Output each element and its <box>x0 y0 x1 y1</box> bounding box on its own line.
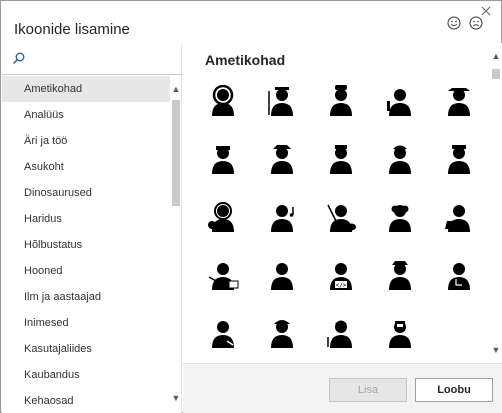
scientist-icon[interactable] <box>437 195 481 239</box>
search-icon[interactable] <box>12 52 25 65</box>
teacher-icon[interactable] <box>201 253 245 297</box>
scroll-down-icon[interactable]: ▼ <box>170 391 182 405</box>
astronaut-icon[interactable] <box>201 79 245 123</box>
scroll-up-icon[interactable]: ▲ <box>170 82 182 96</box>
category-item[interactable]: Ametikohad <box>2 76 170 102</box>
category-item[interactable]: Kehaosad <box>2 388 170 413</box>
scrollbar-thumb[interactable] <box>492 69 500 79</box>
category-item[interactable]: Kasutajaliides <box>2 336 170 362</box>
category-pane: Ametikohad Analüüs Äri ja töö Asukoht Dinosa… <box>2 43 182 413</box>
chef-icon[interactable] <box>319 79 363 123</box>
police-officer-icon[interactable] <box>319 137 363 181</box>
category-item[interactable]: Asukoht <box>2 154 170 180</box>
icon-pane: Ametikohad </> ▲ ▼ <box>183 43 502 363</box>
smiley-sad-icon[interactable] <box>469 16 483 30</box>
doctor-icon[interactable] <box>437 253 481 297</box>
programmer-icon[interactable]: </> <box>319 253 363 297</box>
detective-icon[interactable] <box>260 137 304 181</box>
category-list: Ametikohad Analüüs Äri ja töö Asukoht Dinosa… <box>2 76 170 413</box>
dialog-footer: Lisa Loobu <box>183 363 502 413</box>
construction-worker-icon[interactable] <box>260 311 304 355</box>
smiley-happy-icon[interactable] <box>447 16 461 30</box>
ship-captain-icon[interactable] <box>437 137 481 181</box>
bartender-icon[interactable] <box>378 79 422 123</box>
icon-grid: </> <box>201 79 491 355</box>
category-item[interactable]: Dinosaurused <box>2 180 170 206</box>
office-worker-icon[interactable] <box>260 253 304 297</box>
soldier-icon[interactable] <box>201 137 245 181</box>
category-scrollbar[interactable]: ▲ ▼ <box>170 76 182 413</box>
dialog-title: Ikoonide lisamine <box>14 21 130 38</box>
category-item[interactable]: Hooned <box>2 258 170 284</box>
scrollbar-thumb[interactable] <box>172 100 180 206</box>
icon-scrollbar[interactable]: ▲ ▼ <box>490 43 502 363</box>
dj-icon[interactable] <box>201 195 245 239</box>
cowboy-icon[interactable] <box>437 79 481 123</box>
judge-icon[interactable] <box>378 195 422 239</box>
category-item[interactable]: Inimesed <box>2 310 170 336</box>
section-title: Ametikohad <box>205 52 286 68</box>
search-field[interactable] <box>2 43 182 75</box>
painter-icon[interactable] <box>319 195 363 239</box>
category-item[interactable]: Äri ja töö <box>2 128 170 154</box>
scroll-down-icon[interactable]: ▼ <box>490 343 502 357</box>
insert-button[interactable]: Lisa <box>329 378 407 402</box>
welder-icon[interactable] <box>378 311 422 355</box>
category-item[interactable]: Hõlbustatus <box>2 232 170 258</box>
farmer-icon[interactable] <box>260 79 304 123</box>
insert-icons-dialog: Ikoonide lisamine Ametikohad Analüüs Äri j… <box>0 0 502 413</box>
svg-text:</>: </> <box>336 282 347 289</box>
cancel-button[interactable]: Loobu <box>415 378 493 402</box>
pilot-icon[interactable] <box>378 253 422 297</box>
category-item[interactable]: Analüüs <box>2 102 170 128</box>
musician-icon[interactable] <box>260 195 304 239</box>
repair-worker-icon[interactable] <box>319 311 363 355</box>
scroll-up-icon[interactable]: ▲ <box>490 49 502 63</box>
firefighter-icon[interactable] <box>378 137 422 181</box>
category-item[interactable]: Ilm ja aastaajad <box>2 284 170 310</box>
category-item[interactable]: Kaubandus <box>2 362 170 388</box>
mechanic-icon[interactable] <box>201 311 245 355</box>
category-item[interactable]: Haridus <box>2 206 170 232</box>
